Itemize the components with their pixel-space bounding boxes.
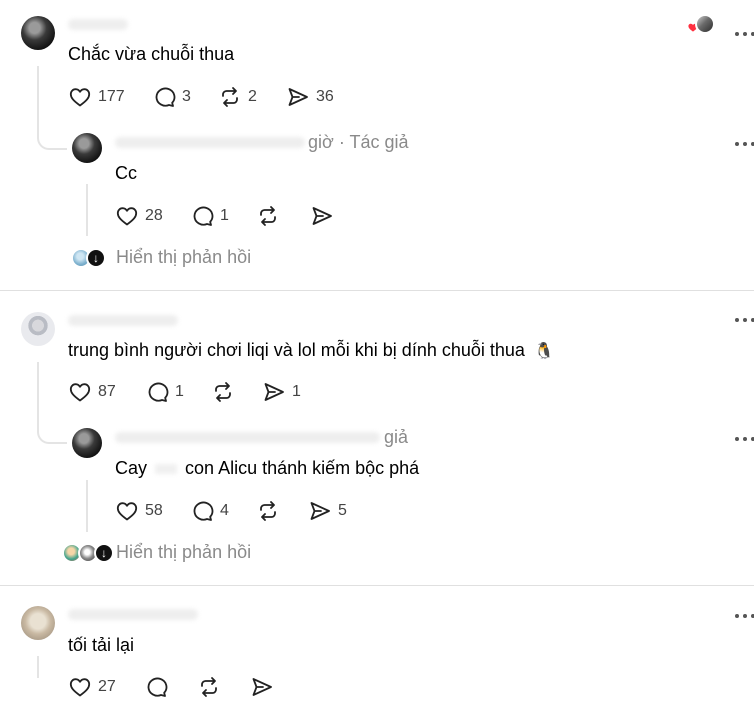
thread-line bbox=[86, 184, 88, 236]
thread-connector bbox=[37, 422, 67, 444]
like-button[interactable]: 28 bbox=[115, 204, 163, 228]
heart-icon bbox=[68, 85, 92, 109]
comment-icon bbox=[190, 499, 214, 523]
heart-icon bbox=[115, 499, 139, 523]
thread-line bbox=[37, 66, 39, 128]
share-icon bbox=[250, 675, 274, 699]
post-text: Chắc vừa chuỗi thua bbox=[68, 44, 235, 64]
reply-button[interactable]: 1 bbox=[145, 380, 184, 404]
username-redacted bbox=[68, 315, 178, 326]
divider bbox=[0, 585, 754, 586]
share-icon bbox=[262, 380, 286, 404]
penguin-emoji: 🐧 bbox=[533, 343, 554, 360]
like-button[interactable]: 177 bbox=[68, 85, 125, 109]
view-replies-label: Hiển thị phản hồi bbox=[116, 247, 252, 267]
share-button[interactable]: 1 bbox=[262, 380, 301, 404]
more-icon[interactable] bbox=[735, 612, 754, 620]
reply-button[interactable] bbox=[144, 675, 168, 699]
reply-text-pre: Cay bbox=[115, 458, 148, 478]
repost-button[interactable]: 2 bbox=[218, 85, 257, 109]
heart-icon bbox=[115, 204, 139, 228]
share-button[interactable] bbox=[310, 204, 334, 228]
reply-meta: giờ · Tác giả bbox=[308, 132, 409, 152]
reply-text-post: con Alicu thánh kiếm bộc phá bbox=[185, 458, 420, 478]
like-button[interactable]: 87 bbox=[68, 380, 116, 404]
avatar[interactable] bbox=[21, 16, 55, 50]
like-count: 58 bbox=[145, 502, 163, 519]
comment-icon bbox=[152, 85, 176, 109]
heart-icon bbox=[68, 380, 92, 404]
reply-text: Cc bbox=[115, 163, 137, 183]
avatar[interactable] bbox=[21, 606, 55, 640]
comment-icon bbox=[144, 675, 168, 699]
top-right-avatars bbox=[687, 14, 717, 36]
avatar bbox=[695, 14, 715, 34]
arrow-down-icon: ↓ bbox=[86, 248, 106, 268]
repost-button[interactable] bbox=[256, 204, 280, 228]
thread-line bbox=[37, 362, 39, 424]
repost-button[interactable] bbox=[197, 675, 221, 699]
like-count: 28 bbox=[145, 207, 163, 224]
username-redacted bbox=[68, 19, 128, 30]
divider bbox=[0, 290, 754, 291]
reply-count: 1 bbox=[175, 383, 184, 400]
heart-icon bbox=[68, 675, 92, 699]
repost-icon bbox=[197, 675, 221, 699]
like-count: 27 bbox=[98, 678, 116, 695]
repost-icon bbox=[256, 499, 280, 523]
like-button[interactable]: 27 bbox=[68, 675, 116, 699]
repost-icon bbox=[218, 85, 242, 109]
thread-line bbox=[37, 656, 39, 678]
post-text: trung bình người chơi liqi và lol mỗi kh… bbox=[68, 340, 554, 361]
share-count: 36 bbox=[316, 88, 334, 105]
reply-meta: giả bbox=[384, 427, 409, 447]
more-icon[interactable] bbox=[735, 140, 754, 148]
username-redacted bbox=[115, 137, 305, 148]
share-count: 1 bbox=[292, 383, 301, 400]
like-count: 177 bbox=[98, 88, 125, 105]
comment-icon bbox=[145, 380, 169, 404]
reply-button[interactable]: 1 bbox=[190, 204, 229, 228]
comment-icon bbox=[190, 204, 214, 228]
repost-button[interactable] bbox=[256, 499, 280, 523]
more-icon[interactable] bbox=[735, 316, 754, 324]
share-button[interactable]: 36 bbox=[286, 85, 334, 109]
repost-count: 2 bbox=[248, 88, 257, 105]
redacted-word bbox=[155, 464, 178, 475]
share-button[interactable] bbox=[250, 675, 274, 699]
share-button[interactable]: 5 bbox=[308, 499, 347, 523]
avatar[interactable] bbox=[72, 428, 102, 458]
share-icon bbox=[310, 204, 334, 228]
reply-count: 1 bbox=[220, 207, 229, 224]
thread-connector bbox=[37, 126, 67, 150]
reply-button[interactable]: 4 bbox=[190, 499, 229, 523]
arrow-down-icon: ↓ bbox=[94, 543, 114, 563]
username-redacted bbox=[115, 432, 380, 443]
reply-count: 3 bbox=[182, 88, 191, 105]
more-icon[interactable] bbox=[735, 30, 754, 38]
reply-text: Cay con Alicu thánh kiếm bộc phá bbox=[115, 458, 419, 479]
view-replies-label: Hiển thị phản hồi bbox=[116, 542, 252, 562]
post-text-body: trung bình người chơi liqi và lol mỗi kh… bbox=[68, 340, 525, 360]
like-button[interactable]: 58 bbox=[115, 499, 163, 523]
thread-line bbox=[86, 480, 88, 532]
share-count: 5 bbox=[338, 502, 347, 519]
avatar[interactable] bbox=[72, 133, 102, 163]
avatar[interactable] bbox=[21, 312, 55, 346]
share-icon bbox=[286, 85, 310, 109]
reply-count: 4 bbox=[220, 502, 229, 519]
repost-button[interactable] bbox=[211, 380, 235, 404]
username-redacted bbox=[68, 609, 198, 620]
repost-icon bbox=[211, 380, 235, 404]
more-icon[interactable] bbox=[735, 435, 754, 443]
share-icon bbox=[308, 499, 332, 523]
like-count: 87 bbox=[98, 383, 116, 400]
repost-icon bbox=[256, 204, 280, 228]
post-text: tối tải lại bbox=[68, 635, 135, 655]
reply-button[interactable]: 3 bbox=[152, 85, 191, 109]
